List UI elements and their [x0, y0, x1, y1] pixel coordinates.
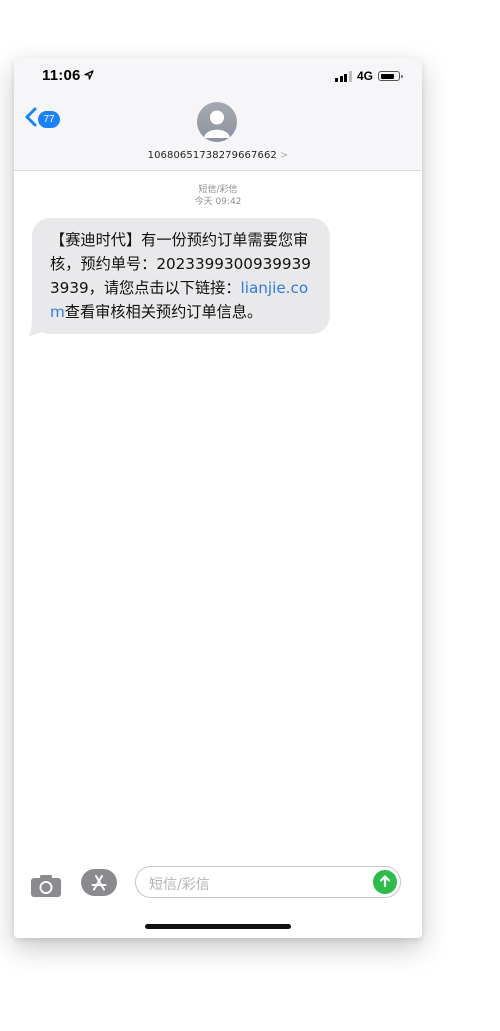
time-label: 今天 09:42	[194, 197, 242, 207]
message-timestamp: 短信/彩信 今天 09:42	[14, 184, 422, 208]
sender-number[interactable]: 10680651738279667662 >	[14, 150, 422, 161]
message-text: 【赛迪时代】有一份预约订单需要您审核，预约单号：2023399300939939…	[32, 218, 330, 334]
phone-screen: 11:06 4G 77 10680651738279667662 > 短信/彩信 …	[14, 58, 422, 938]
status-indicators: 4G	[335, 69, 403, 83]
message-text-after-link: 查看审核相关预约订单信息。	[64, 303, 263, 321]
conversation-header: 11:06 4G 77 10680651738279667662 >	[14, 58, 422, 171]
send-button[interactable]	[373, 870, 397, 894]
message-bubble[interactable]: 【赛迪时代】有一份预约订单需要您审核，预约单号：2023399300939939…	[29, 218, 330, 336]
camera-icon[interactable]	[30, 874, 62, 902]
location-arrow-icon	[83, 67, 94, 84]
send-arrow-icon	[378, 873, 392, 892]
chevron-right-icon: >	[279, 150, 289, 161]
compose-bar: 短信/彩信	[14, 858, 422, 908]
home-indicator[interactable]	[145, 924, 291, 929]
status-time: 11:06	[42, 67, 94, 84]
signal-bars-icon	[335, 70, 352, 82]
battery-icon	[378, 71, 403, 81]
message-input[interactable]: 短信/彩信	[135, 866, 401, 898]
status-time-text: 11:06	[42, 67, 81, 84]
back-button[interactable]: 77	[24, 107, 60, 131]
message-input-placeholder: 短信/彩信	[149, 877, 210, 893]
network-type: 4G	[356, 69, 373, 83]
back-chevron-icon	[24, 107, 37, 131]
channel-label: 短信/彩信	[198, 185, 238, 195]
unread-count-badge: 77	[38, 110, 60, 128]
sender-number-text: 10680651738279667662	[147, 150, 277, 161]
contact-avatar-icon[interactable]	[197, 102, 237, 142]
app-store-icon[interactable]	[81, 869, 117, 896]
